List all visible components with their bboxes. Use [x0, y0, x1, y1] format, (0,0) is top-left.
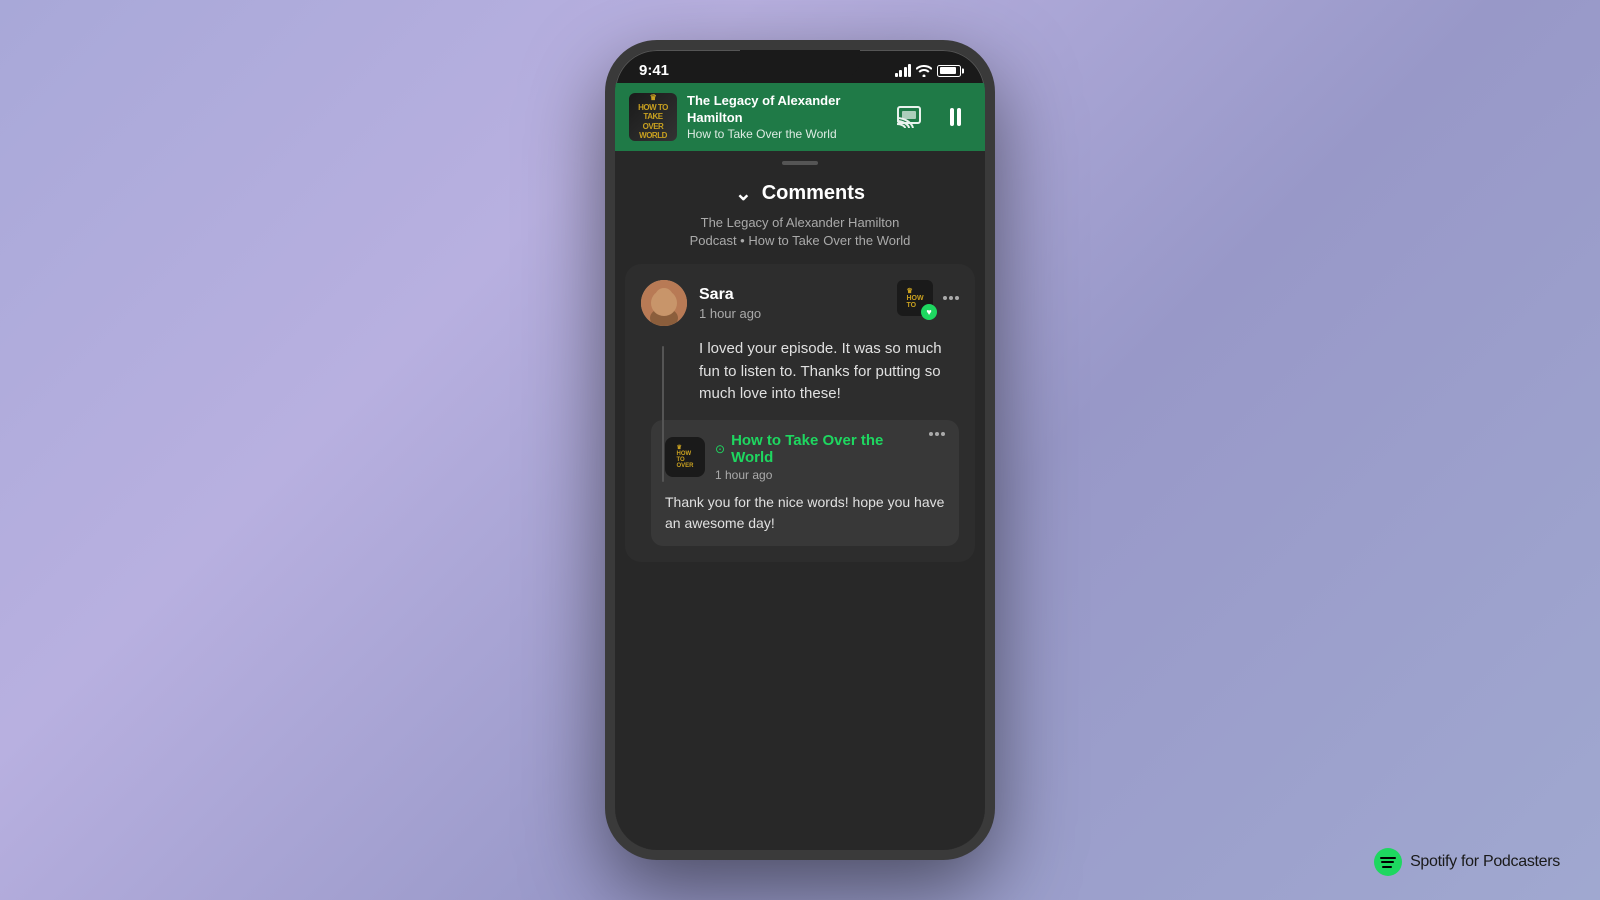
- now-playing-podcast-name: The Legacy of Alexander Hamilton: [687, 93, 887, 127]
- now-playing-episode-name: How to Take Over the World: [687, 127, 887, 141]
- comment-text: I loved your episode. It was so much fun…: [641, 338, 959, 406]
- comments-header: ⌄ Comments The Legacy of Alexander Hamil…: [615, 165, 985, 264]
- chevron-down-icon[interactable]: ⌄: [735, 181, 752, 206]
- status-time: 9:41: [639, 62, 669, 79]
- comments-subtitle: The Legacy of Alexander Hamilton Podcast…: [635, 214, 965, 250]
- avatar: [641, 280, 687, 326]
- comment-card: Sara 1 hour ago ♛HOWTO ♥: [625, 264, 975, 562]
- branding: Spotify for Podcasters: [1374, 848, 1560, 876]
- pause-button[interactable]: [939, 101, 971, 133]
- now-playing-bar[interactable]: ♛HOW TOTAKEOVERWORLD The Legacy of Alexa…: [615, 83, 985, 151]
- heart-badge[interactable]: ♛HOWTO ♥: [897, 280, 933, 316]
- cast-icon[interactable]: [897, 106, 927, 128]
- status-icons: [895, 65, 962, 77]
- reply-more-options-button[interactable]: [929, 432, 945, 436]
- now-playing-controls: [897, 101, 971, 133]
- reply-card: ♛HOWTOOVER ⊙ How to Take Over the World …: [651, 420, 959, 546]
- now-playing-info: The Legacy of Alexander Hamilton How to …: [687, 93, 887, 141]
- comment-time: 1 hour ago: [699, 306, 761, 321]
- location-pin-icon: ⊙: [715, 442, 725, 456]
- reply-thumbnail: ♛HOWTOOVER: [665, 437, 705, 477]
- podcast-thumbnail: ♛HOW TOTAKEOVERWORLD: [629, 93, 677, 141]
- more-options-button[interactable]: [943, 296, 959, 300]
- reply-user-info: ♛HOWTOOVER ⊙ How to Take Over the World …: [665, 432, 929, 482]
- comment-right: ♛HOWTO ♥: [897, 280, 959, 316]
- branding-text: Spotify for Podcasters: [1410, 853, 1560, 871]
- reply-text: Thank you for the nice words! hope you h…: [665, 492, 945, 534]
- reply-time: 1 hour ago: [715, 468, 929, 482]
- reply-connector-line: [662, 346, 664, 482]
- heart-icon: ♥: [921, 304, 937, 320]
- content-area: ⌄ Comments The Legacy of Alexander Hamil…: [615, 151, 985, 850]
- comments-title: Comments: [762, 182, 865, 205]
- commenter-username: Sara: [699, 286, 761, 304]
- phone-notch: [740, 50, 860, 78]
- reply-podcast-name[interactable]: How to Take Over the World: [731, 432, 929, 466]
- battery-icon: [937, 65, 961, 77]
- spotify-logo-icon: [1374, 848, 1402, 876]
- thumbnail-text: ♛HOW TOTAKEOVERWORLD: [629, 93, 677, 141]
- signal-icon: [895, 65, 912, 77]
- wifi-icon: [916, 65, 932, 77]
- comment-user-info: Sara 1 hour ago: [641, 280, 761, 326]
- comment-header: Sara 1 hour ago ♛HOWTO ♥: [641, 280, 959, 326]
- phone-frame: 9:41 ♛HOW TOTAKEOVERWORLD The Legacy of …: [605, 40, 995, 860]
- reply-header: ♛HOWTOOVER ⊙ How to Take Over the World …: [665, 432, 945, 482]
